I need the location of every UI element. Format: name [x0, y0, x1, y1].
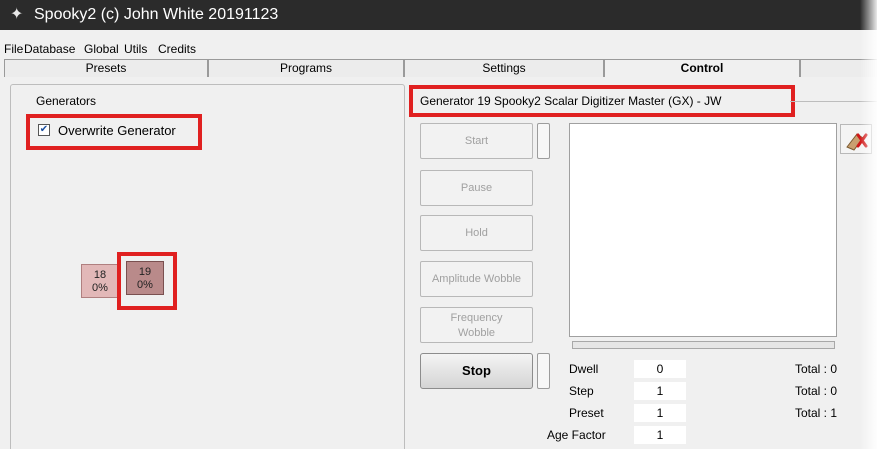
wizard-icon: ✦	[10, 6, 24, 23]
dwell-label: Dwell	[569, 362, 599, 376]
hold-button[interactable]: Hold	[420, 215, 533, 251]
dwell-total: Total : 0	[794, 362, 837, 376]
stop-button[interactable]: Stop	[420, 353, 533, 389]
edge-shadow	[860, 0, 877, 449]
window-title: Spooky2 (c) John White 20191123	[34, 6, 279, 23]
generators-label: Generators	[34, 94, 99, 108]
highlight-generator-header	[409, 85, 795, 117]
tab-control[interactable]: Control	[604, 59, 800, 77]
main-window: ✦ Spooky2 (c) John White 20191123 File D…	[0, 0, 877, 449]
step-value: 1	[634, 382, 686, 400]
generator-18-percent: 0%	[92, 282, 108, 294]
highlight-overwrite	[26, 114, 202, 150]
preset-label: Preset	[569, 406, 604, 420]
dwell-value: 0	[634, 360, 686, 378]
highlight-generator-19	[117, 252, 177, 310]
age-factor-value: 1	[634, 426, 686, 444]
generator-18-number: 18	[93, 269, 107, 281]
progress-bar	[572, 341, 835, 349]
amplitude-wobble-button[interactable]: Amplitude Wobble	[420, 261, 533, 297]
tab-settings[interactable]: Settings	[404, 59, 604, 77]
start-indicator	[537, 123, 550, 159]
tab-presets[interactable]: Presets	[4, 59, 208, 77]
step-label: Step	[569, 384, 594, 398]
menu-credits[interactable]: Credits	[158, 40, 196, 58]
menu-global[interactable]: Global	[84, 40, 119, 58]
age-factor-label: Age Factor	[547, 428, 606, 442]
start-button[interactable]: Start	[420, 123, 533, 159]
menu-bar: File Database Global Utils Credits	[0, 40, 877, 58]
output-log[interactable]	[569, 123, 837, 337]
preset-total: Total : 1	[794, 406, 837, 420]
menu-database[interactable]: Database	[24, 40, 75, 58]
step-total: Total : 0	[794, 384, 837, 398]
preset-value: 1	[634, 404, 686, 422]
frequency-wobble-button[interactable]: Frequency Wobble	[420, 307, 533, 343]
pause-button[interactable]: Pause	[420, 170, 533, 206]
stop-indicator	[537, 353, 550, 389]
tab-bar: Presets Programs Settings Control	[0, 59, 877, 77]
generator-18-button[interactable]: 18 0%	[81, 264, 119, 298]
title-bar: ✦ Spooky2 (c) John White 20191123	[0, 0, 877, 30]
menu-file[interactable]: File	[4, 40, 23, 58]
tab-programs[interactable]: Programs	[208, 59, 404, 77]
menu-utils[interactable]: Utils	[124, 40, 147, 58]
